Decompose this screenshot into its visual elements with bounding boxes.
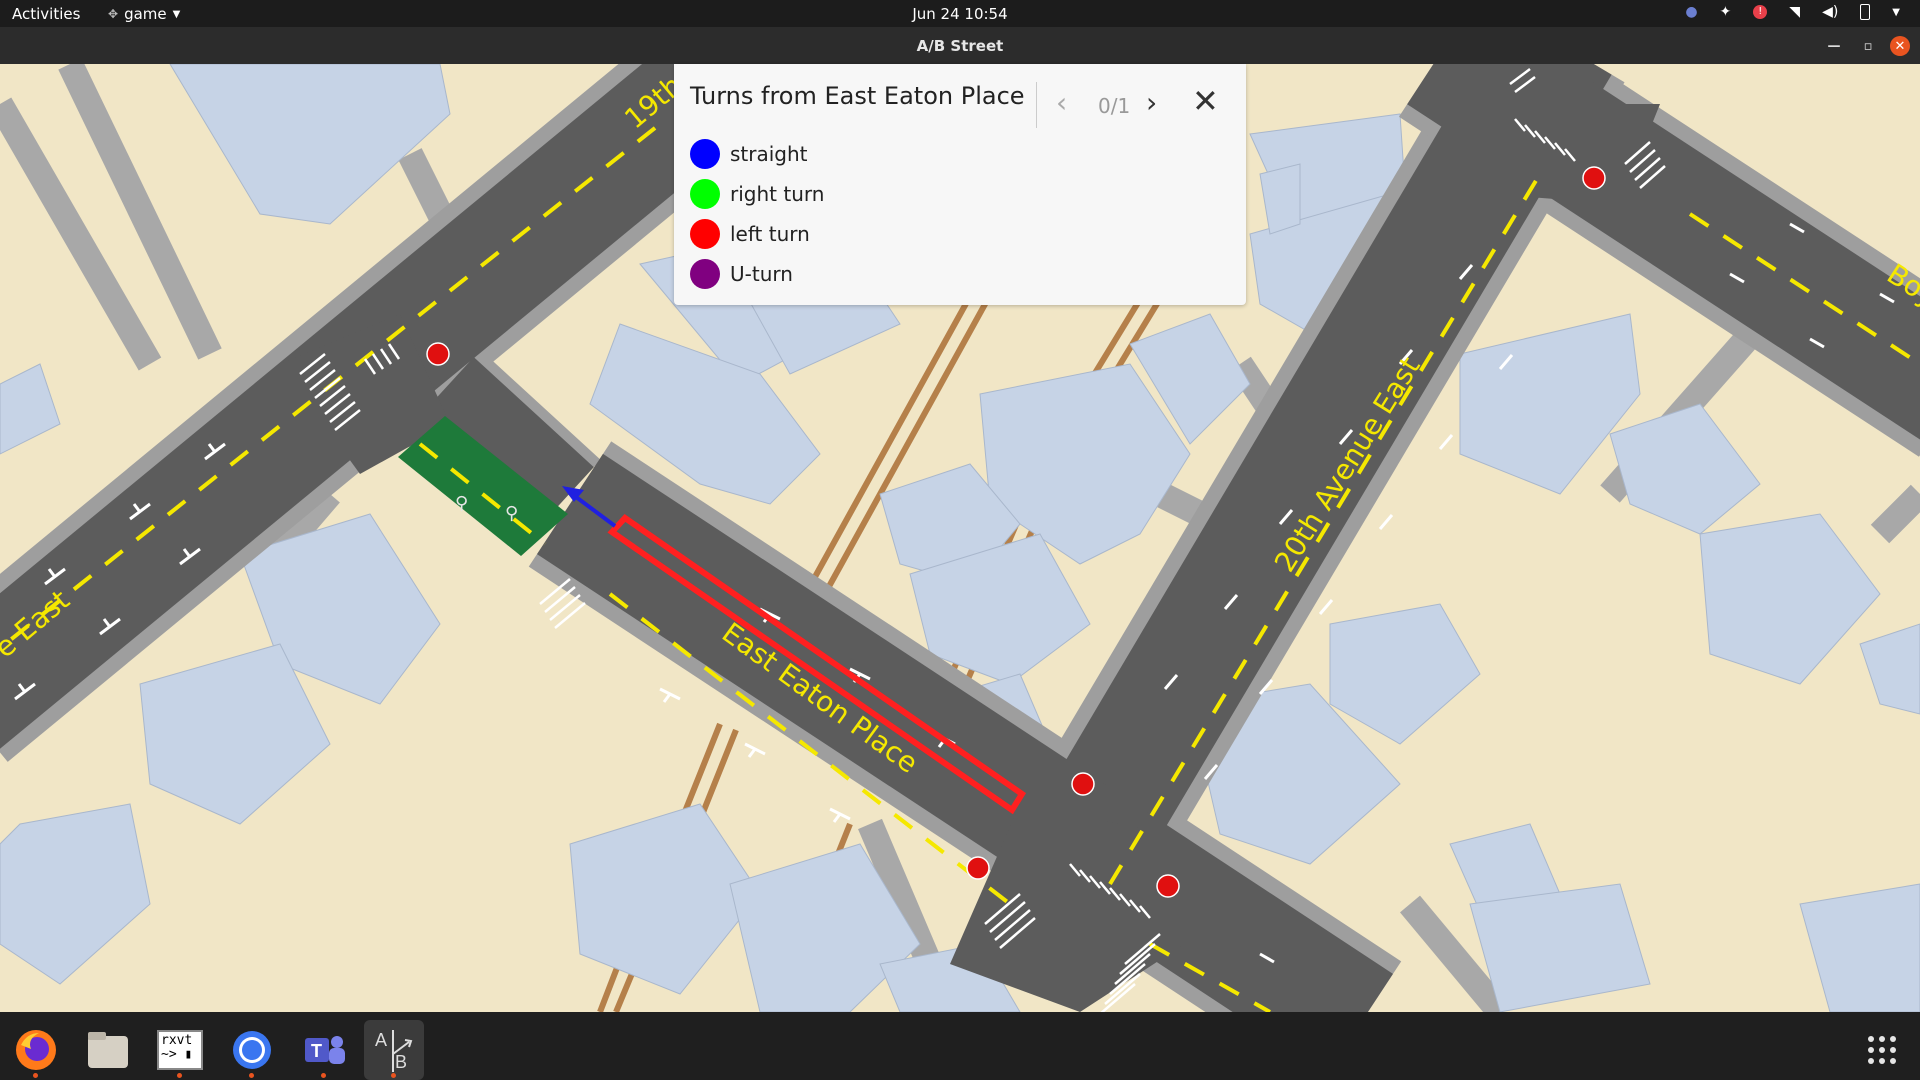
app-menu[interactable]: ✥ game ▼ — [108, 5, 180, 23]
terminal-label: rxvt — [161, 1033, 193, 1048]
dock: rxvt ~> ▮ T AB — [0, 1012, 1920, 1080]
legend-label: right turn — [730, 182, 825, 206]
panel-title: Turns from East Eaton Place — [690, 82, 1025, 110]
clock[interactable]: Jun 24 10:54 — [912, 5, 1007, 23]
running-indicator — [177, 1073, 182, 1078]
teams-tray-icon[interactable]: ● — [1685, 4, 1697, 20]
minimize-button[interactable]: — — [1824, 36, 1844, 56]
chevron-down-icon: ▼ — [172, 8, 181, 20]
right-turn-color-swatch — [690, 179, 720, 209]
legend-label: U-turn — [730, 262, 793, 286]
previous-button[interactable]: ‹ — [1056, 86, 1067, 119]
dropbox-icon[interactable]: ✦ — [1720, 4, 1732, 20]
left-turn-color-swatch — [690, 219, 720, 249]
window-title: A/B Street — [916, 37, 1004, 55]
show-apps-grid-icon[interactable] — [1852, 1020, 1912, 1080]
legend-item-right-turn: right turn — [690, 179, 824, 209]
app-menu-icon: ✥ — [108, 7, 119, 21]
firefox-icon[interactable] — [6, 1020, 66, 1080]
legend-item-straight: straight — [690, 139, 808, 169]
running-indicator — [391, 1073, 396, 1078]
activities-button[interactable]: Activities — [12, 5, 80, 23]
window-close-button[interactable]: ✕ — [1890, 36, 1910, 56]
legend-item-left-turn: left turn — [690, 219, 810, 249]
abstreet-icon[interactable]: AB — [364, 1020, 424, 1080]
turns-panel: Turns from East Eaton Place ‹ 0/1 › ✕ st… — [674, 64, 1246, 305]
straight-color-swatch — [690, 139, 720, 169]
terminal-icon[interactable]: rxvt ~> ▮ — [150, 1020, 210, 1080]
svg-text:B: B — [395, 1052, 407, 1072]
maximize-button[interactable]: ▫ — [1858, 36, 1878, 56]
svg-text:A: A — [375, 1030, 387, 1050]
running-indicator — [33, 1073, 38, 1078]
svg-text:T: T — [311, 1041, 322, 1061]
signal-icon[interactable] — [222, 1020, 282, 1080]
volume-icon[interactable]: ◀) — [1822, 4, 1838, 20]
system-top-bar: Activities ✥ game ▼ Jun 24 10:54 ● ✦ ! ◥… — [0, 0, 1920, 27]
app-menu-label: game — [124, 5, 167, 23]
pager-count: 0/1 — [1098, 94, 1131, 118]
wifi-icon[interactable]: ◥ — [1789, 4, 1800, 20]
legend-label: left turn — [730, 222, 810, 246]
battery-icon[interactable] — [1860, 4, 1871, 20]
window-titlebar: A/B Street — ▫ ✕ — [0, 27, 1920, 64]
running-indicator — [249, 1073, 254, 1078]
legend-item-u-turn: U-turn — [690, 259, 793, 289]
panel-divider — [1036, 82, 1037, 128]
next-button[interactable]: › — [1146, 86, 1157, 119]
u-turn-color-swatch — [690, 259, 720, 289]
close-panel-button[interactable]: ✕ — [1192, 82, 1219, 120]
teams-icon[interactable]: T — [294, 1020, 354, 1080]
alert-icon[interactable]: ! — [1753, 5, 1768, 19]
bike-icon-1: ⚲ — [455, 493, 468, 514]
system-tray[interactable]: ● ✦ ! ◥ ◀) ▼ — [1685, 4, 1900, 20]
power-menu-icon[interactable]: ▼ — [1892, 7, 1900, 18]
legend-label: straight — [730, 142, 808, 166]
running-indicator — [321, 1073, 326, 1078]
files-icon[interactable] — [78, 1020, 138, 1080]
